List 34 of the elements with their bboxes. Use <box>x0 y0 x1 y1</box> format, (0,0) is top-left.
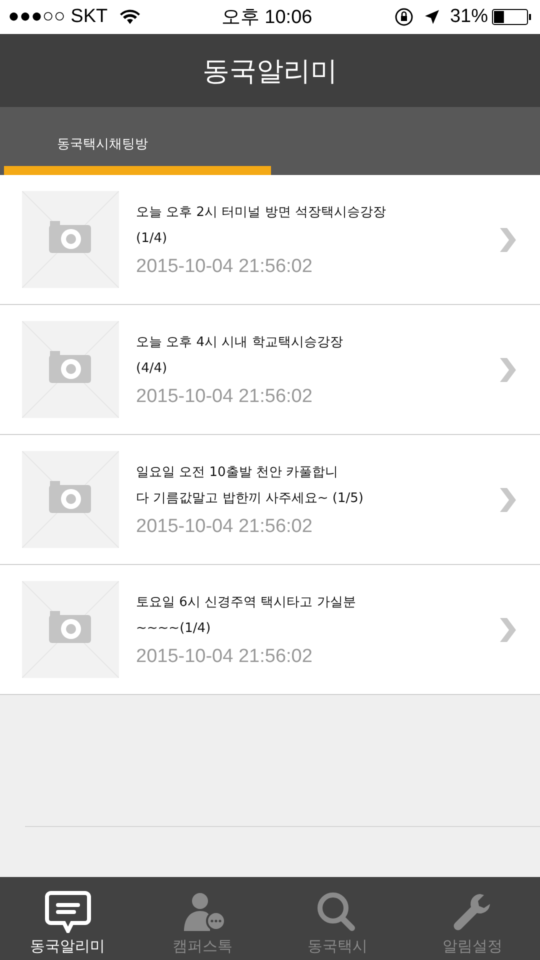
photo-placeholder-icon <box>22 581 119 678</box>
chevron-icon <box>498 618 516 642</box>
chat-icon <box>44 891 90 933</box>
location-arrow-icon <box>424 9 440 25</box>
post-date: 2015-10-04 21:56:02 <box>136 256 314 278</box>
photo-placeholder-icon <box>22 191 119 288</box>
battery-icon <box>492 9 532 25</box>
clock-time: 오후 10:06 <box>221 6 312 30</box>
post-text: 다 기름값말고 밥한끼 사주세요~ (1/5) <box>136 490 364 508</box>
post-date: 2015-10-04 21:56:02 <box>136 646 314 668</box>
carrier-signal: ●●●○○ SKT <box>8 6 108 28</box>
post-text: (4/4) <box>136 360 168 378</box>
post-text: (1/4) <box>136 230 168 248</box>
post-text: 일요일 오전 10출발 천안 카풀합니 <box>136 464 340 482</box>
post-row[interactable]: 토요일 6시 신경주역 택시타고 가실분 ~~~~(1/4) 2015-10-04 21:56:02 <box>0 565 540 695</box>
app-title: 동국알리미 <box>202 54 338 88</box>
post-row[interactable]: 오늘 오후 4시 시내 학교택시승강장 (4/4) 2015-10-04 21:56:02 <box>0 305 540 435</box>
post-row[interactable]: 일요일 오전 10출발 천안 카풀합니 다 기름값말고 밥한끼 사주세요~ (1/5) 2015-10-04 21:56:02 <box>0 435 540 565</box>
battery-percent: 31% <box>450 6 488 28</box>
photo-placeholder-icon <box>22 321 119 418</box>
post-date: 2015-10-04 21:56:02 <box>136 516 314 538</box>
chevron-icon <box>498 228 516 252</box>
post-text: ~~~~(1/4) <box>136 620 212 638</box>
nav-tab[interactable]: 동국알리미 <box>0 877 135 960</box>
post-row[interactable]: 오늘 오후 2시 터미널 방면 석장택시승강장 (1/4) 2015-10-04 21:56:02 <box>0 175 540 305</box>
post-text: 토요일 6시 신경주역 택시타고 가실분 <box>136 594 357 612</box>
photo-placeholder-icon <box>22 451 119 548</box>
chevron-icon <box>498 358 516 382</box>
wifi-icon <box>120 9 140 25</box>
rotation-lock-icon <box>394 7 414 27</box>
post-date: 2015-10-04 21:56:02 <box>136 386 314 408</box>
post-text: 오늘 오후 2시 터미널 방면 석장택시승강장 <box>136 204 387 222</box>
post-text: 오늘 오후 4시 시내 학교택시승강장 <box>136 334 344 352</box>
chevron-icon <box>498 488 516 512</box>
